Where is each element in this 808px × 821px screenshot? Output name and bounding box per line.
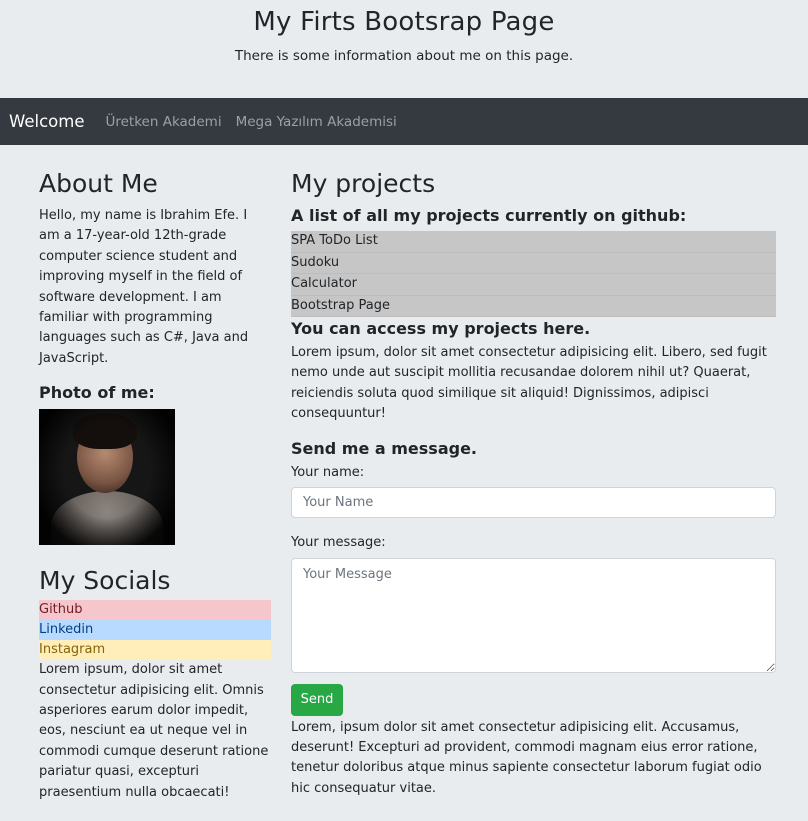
socials-text: Lorem ipsum, dolor sit amet consectetur … xyxy=(39,662,269,800)
projects-list: SPA ToDo List Sudoku Calculator Bootstra… xyxy=(291,231,776,317)
name-label: Your name: xyxy=(291,464,365,480)
profile-photo xyxy=(39,409,175,546)
message-textarea[interactable] xyxy=(291,557,776,673)
navbar: Welcome Üretken Akademi Mega Yazılım Aka… xyxy=(0,98,808,145)
send-button[interactable]: Send xyxy=(291,683,343,716)
right-column: My projects A list of all my projects cu… xyxy=(291,168,776,799)
about-heading: About Me xyxy=(39,169,158,198)
left-column: About Me Hello, my name is Ibrahim Efe. … xyxy=(39,168,271,803)
access-text: Lorem ipsum, dolor sit amet consectetur … xyxy=(291,345,767,422)
contact-footer-text: Lorem, ipsum dolor sit amet consectetur … xyxy=(291,719,762,796)
photo-heading: Photo of me: xyxy=(39,383,155,403)
name-input[interactable] xyxy=(291,486,776,518)
social-link-linkedin[interactable]: Linkedin xyxy=(39,620,271,641)
social-link-github[interactable]: Github xyxy=(39,600,271,621)
social-link-instagram[interactable]: Instagram xyxy=(39,640,271,661)
navbar-brand[interactable]: Welcome xyxy=(9,112,84,131)
page-title: My Firts Bootsrap Page xyxy=(253,7,555,37)
nav-link-uretken-akademi[interactable]: Üretken Akademi xyxy=(105,114,221,130)
page-header: My Firts Bootsrap Page There is some inf… xyxy=(0,0,808,98)
nav-link-mega-yazilim-akademisi[interactable]: Mega Yazılım Akademisi xyxy=(236,114,397,130)
message-label: Your message: xyxy=(291,534,386,550)
projects-heading: My projects xyxy=(291,169,436,198)
project-item[interactable]: Bootstrap Page xyxy=(291,295,776,317)
about-text: Hello, my name is Ibrahim Efe. I am a 17… xyxy=(39,208,249,366)
project-item[interactable]: SPA ToDo List xyxy=(291,231,776,253)
socials-list: Github Linkedin Instagram xyxy=(39,600,271,661)
socials-heading: My Socials xyxy=(39,566,171,596)
project-item[interactable]: Calculator xyxy=(291,274,776,296)
page-subtitle: There is some information about me on th… xyxy=(234,48,574,64)
photo-vignette xyxy=(39,409,175,546)
project-item[interactable]: Sudoku xyxy=(291,252,776,274)
projects-subheading: A list of all my projects currently on g… xyxy=(291,206,687,225)
access-heading: You can access my projects here. xyxy=(291,319,591,338)
contact-heading: Send me a message. xyxy=(291,438,477,458)
